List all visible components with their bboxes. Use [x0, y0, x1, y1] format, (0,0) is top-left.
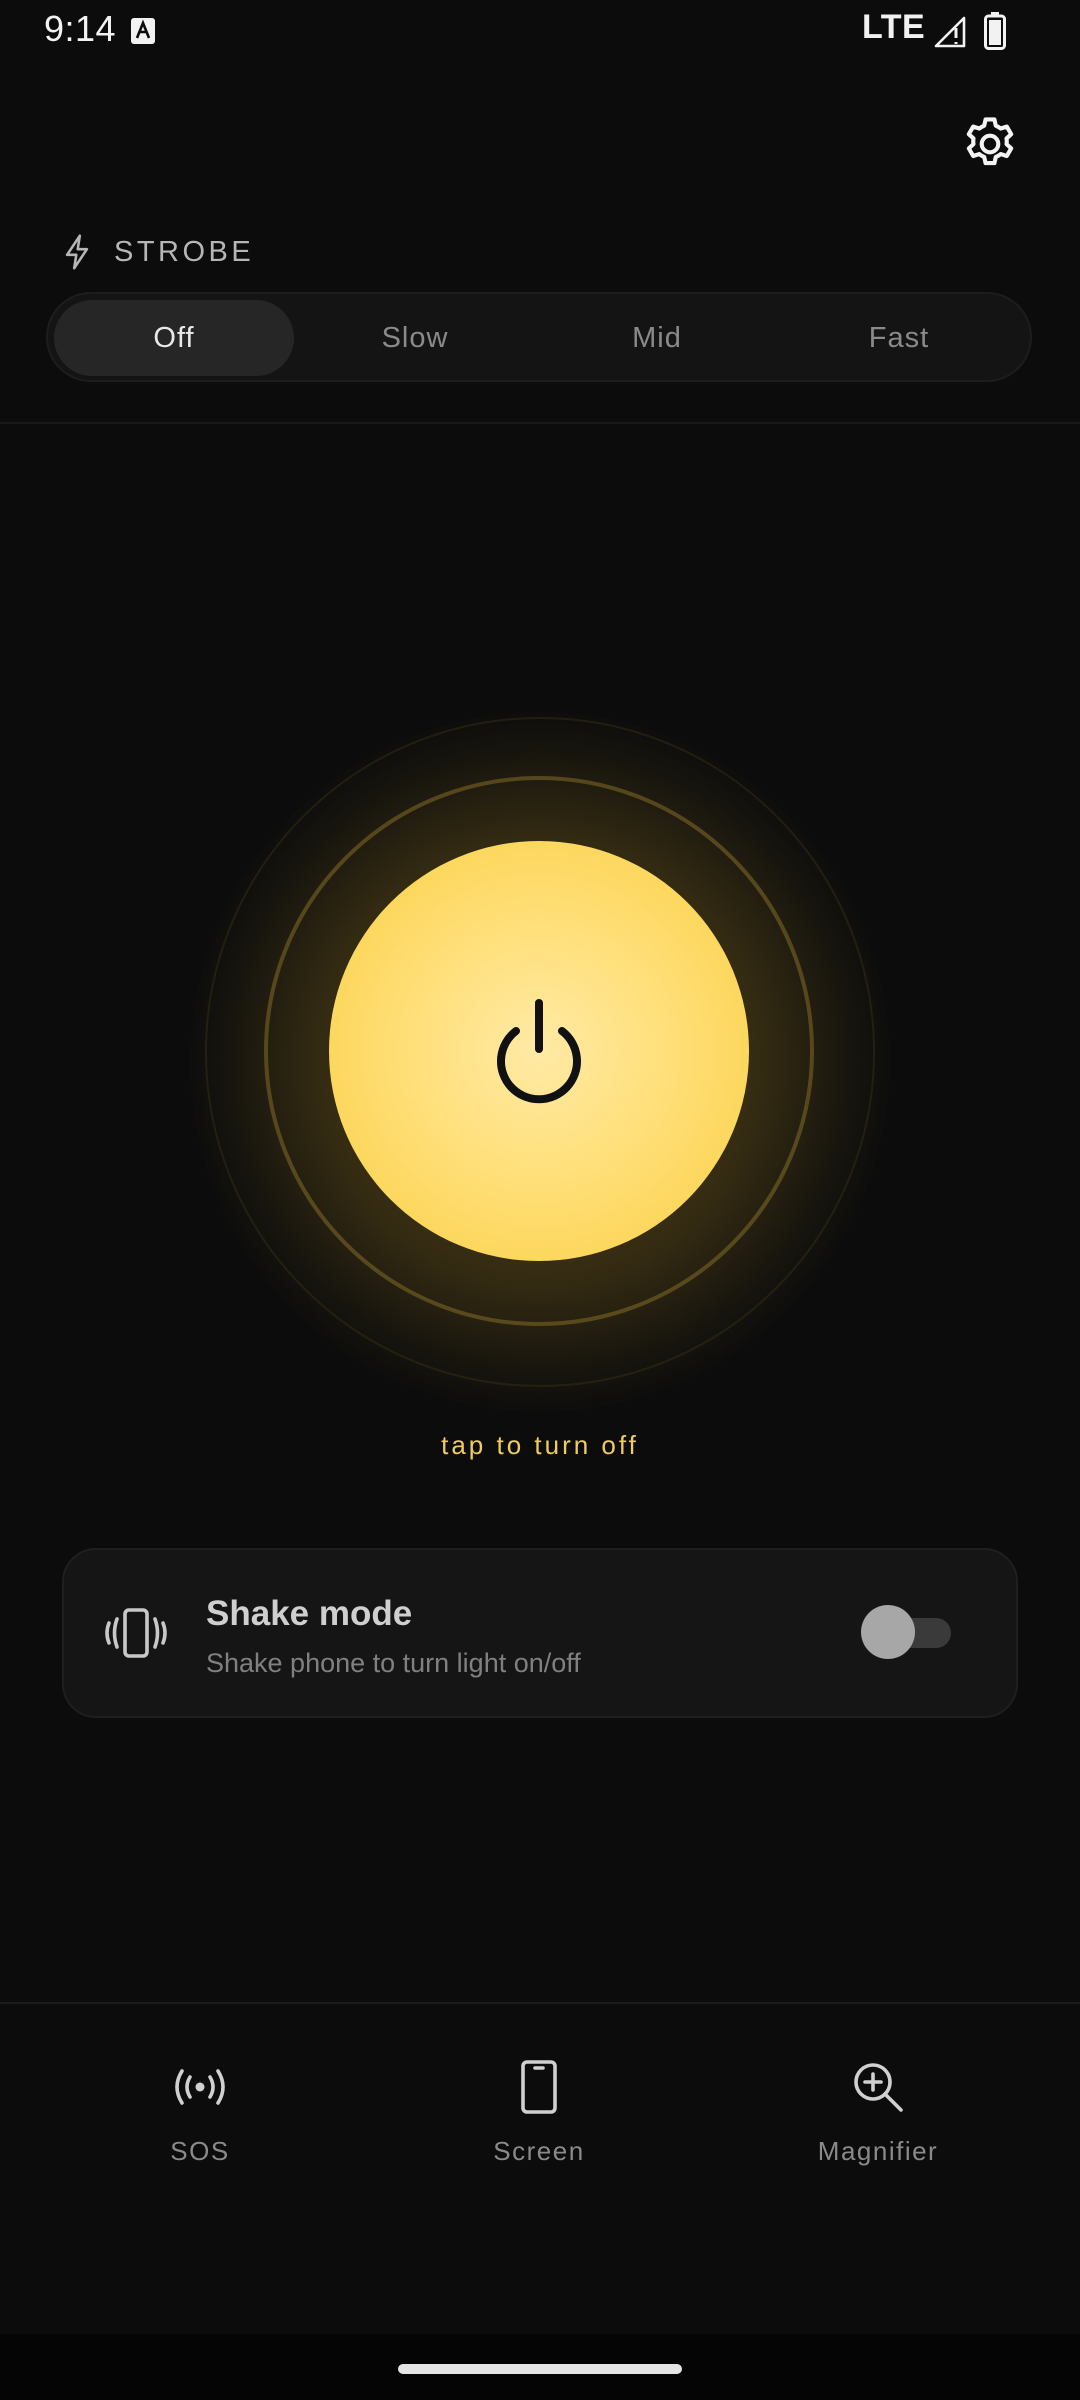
- bottom-navigation: SOS Screen Magnifier: [0, 2004, 1080, 2334]
- divider: [0, 422, 1080, 424]
- home-indicator[interactable]: [398, 2364, 682, 2374]
- lightning-icon: [60, 233, 94, 271]
- nav-item-sos[interactable]: SOS: [80, 2056, 320, 2176]
- status-time: 9:14: [44, 8, 117, 49]
- power-hint: tap to turn off: [441, 1430, 639, 1460]
- toggle-thumb: [861, 1605, 915, 1659]
- vibrate-phone-icon: [104, 1605, 168, 1661]
- network-type: LTE: [862, 8, 926, 46]
- nav-label-sos: SOS: [170, 2136, 230, 2166]
- battery-icon: [984, 12, 1006, 50]
- signal-icon: [934, 14, 968, 48]
- nav-label-screen: Screen: [493, 2136, 585, 2166]
- shake-mode-toggle[interactable]: [861, 1604, 951, 1660]
- flashlight-power-button[interactable]: [329, 841, 749, 1261]
- phone-screen-icon: [508, 2056, 570, 2118]
- status-bar: 9:14 LTE: [0, 0, 1080, 64]
- strobe-option-off[interactable]: Off: [54, 300, 294, 376]
- sos-broadcast-icon: [169, 2056, 231, 2118]
- shake-mode-title: Shake mode: [206, 1594, 413, 1633]
- strobe-option-fast[interactable]: Fast: [778, 300, 1020, 376]
- strobe-speed-selector: Off Slow Mid Fast: [46, 292, 1032, 382]
- strobe-option-mid[interactable]: Mid: [536, 300, 778, 376]
- nav-item-magnifier[interactable]: Magnifier: [758, 2056, 998, 2176]
- power-icon: [489, 997, 589, 1105]
- settings-button[interactable]: [954, 110, 1026, 182]
- strobe-header: STROBE: [60, 230, 254, 274]
- nav-label-magnifier: Magnifier: [817, 2136, 939, 2166]
- shake-mode-card: Shake mode Shake phone to turn light on/…: [62, 1548, 1018, 1718]
- strobe-label: STROBE: [114, 235, 255, 268]
- gear-icon: [959, 113, 1021, 180]
- text-a-icon: [131, 18, 155, 44]
- magnifier-zoom-icon: [847, 2056, 909, 2118]
- nav-item-screen[interactable]: Screen: [419, 2056, 659, 2176]
- shake-mode-subtitle: Shake phone to turn light on/off: [206, 1648, 581, 1678]
- strobe-option-slow[interactable]: Slow: [294, 300, 536, 376]
- gesture-bar: [0, 2334, 1080, 2400]
